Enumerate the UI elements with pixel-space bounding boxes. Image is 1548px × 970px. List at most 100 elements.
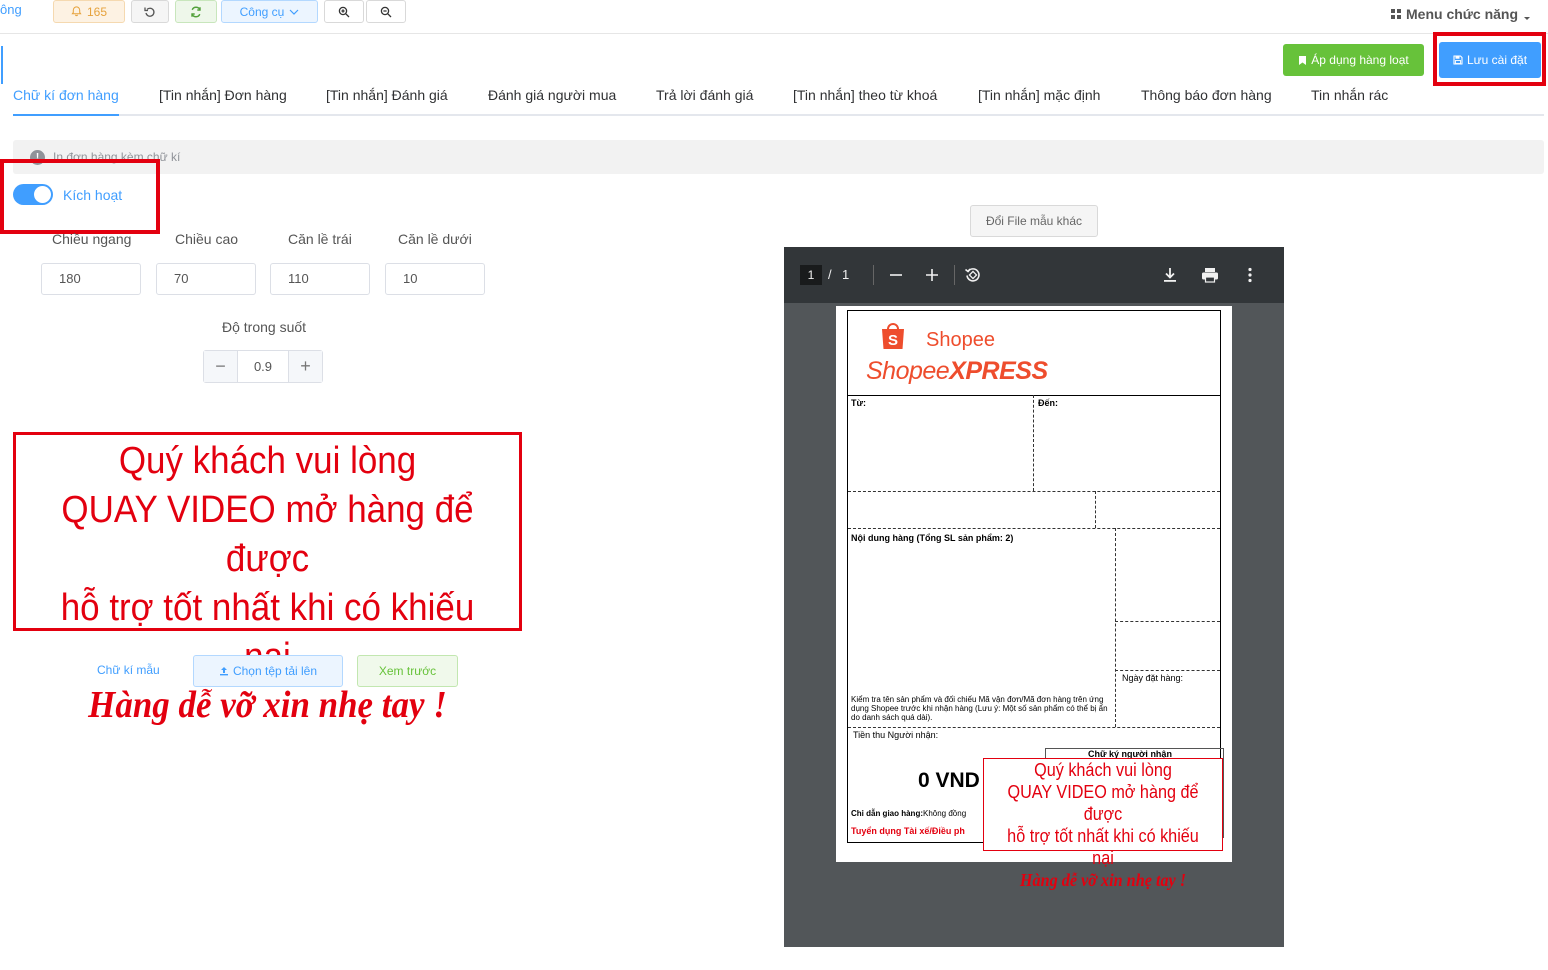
to-label: Đến: (1038, 398, 1058, 408)
sample-signature-link[interactable]: Chữ kí mẫu (97, 663, 160, 677)
toolbar-divider (873, 265, 874, 285)
zoom-in-button[interactable] (324, 0, 364, 23)
preview-button[interactable]: Xem trước (357, 655, 458, 687)
delivery-note: Chỉ dẫn giao hàng:Không đồng (851, 809, 966, 818)
print-button[interactable] (1198, 263, 1222, 287)
overlay-line-4: Hàng dễ vỡ xin nhẹ tay ! (1019, 870, 1187, 890)
separator (1115, 528, 1116, 727)
bottom-margin-input[interactable]: 10 (385, 263, 485, 295)
zoom-out-pdf-button[interactable] (884, 263, 908, 287)
more-vertical-icon (1248, 267, 1252, 283)
zoom-out-icon (380, 6, 392, 17)
recruit-text: Tuyển dụng Tài xế/Điều ph (851, 826, 965, 836)
refresh-icon (191, 6, 201, 17)
undo-icon (144, 7, 155, 17)
signature-line-4: Hàng dễ vỡ xin nhẹ tay ! (88, 684, 447, 726)
notification-button[interactable]: 165 (53, 0, 125, 23)
page-total: 1 (842, 267, 850, 282)
separator (848, 491, 1220, 492)
refresh-button[interactable] (175, 0, 217, 23)
cod-label: Tiền thu Người nhận: (853, 730, 939, 740)
overlay-line-2: QUAY VIDEO mở hàng để được (1007, 782, 1199, 824)
function-menu-label: Menu chức năng (1406, 6, 1519, 22)
tools-dropdown[interactable]: Công cụ (221, 0, 318, 23)
left-margin-input[interactable]: 110 (270, 263, 370, 295)
rotate-button[interactable] (961, 263, 985, 287)
separator (1095, 491, 1096, 528)
tab-reply-review[interactable]: Trả lời đánh giá (656, 87, 753, 103)
save-settings-label: Lưu cài đặt (1466, 53, 1528, 67)
zoom-in-icon (338, 6, 350, 17)
pdf-toolbar: 1 / 1 (784, 247, 1284, 303)
info-text: In đơn hàng kèm chữ kí (53, 150, 181, 164)
zoom-out-button[interactable] (366, 0, 406, 23)
pdf-viewer: 1 / 1 S Shopee ShopeeXPRESS Từ: Đến: Nội… (784, 247, 1284, 947)
decrease-button[interactable]: − (204, 351, 237, 382)
active-tab-indicator (13, 114, 119, 116)
opacity-stepper: − 0.9 + (203, 350, 323, 383)
signature-line-2: QUAY VIDEO mở hàng để được (61, 489, 474, 580)
express-logo-part-1: Shopee (866, 357, 950, 385)
cod-value: 0 VND (918, 769, 980, 792)
activate-toggle[interactable] (13, 184, 53, 205)
tab-message-default[interactable]: [Tin nhắn] mặc định (978, 87, 1100, 103)
signature-line-1: Quý khách vui lòng (118, 440, 417, 482)
separator (1115, 621, 1220, 622)
from-label: Từ: (851, 398, 867, 408)
chevron-down-icon (289, 9, 299, 15)
floppy-disk-icon (1453, 55, 1463, 65)
left-margin-label: Căn lề trái (288, 231, 352, 247)
left-accent-line (1, 46, 3, 84)
overlay-line-1: Quý khách vui lòng (1034, 760, 1172, 780)
tab-order-notification[interactable]: Thông báo đơn hàng (1141, 87, 1272, 103)
info-icon: ! (30, 150, 45, 165)
delivery-note-value: Không đồng (923, 809, 967, 818)
minus-icon (890, 274, 902, 276)
width-input[interactable]: 180 (41, 263, 141, 295)
toolbar-divider (954, 265, 955, 285)
undo-button[interactable] (131, 0, 169, 23)
page-number-input[interactable]: 1 (800, 265, 822, 285)
order-date-label: Ngày đặt hàng: (1122, 673, 1184, 683)
check-note: Kiểm tra tên sản phẩm và đối chiếu Mã vậ… (851, 695, 1108, 722)
plus-icon (926, 269, 938, 281)
upload-file-button[interactable]: Chọn tệp tải lên (193, 655, 343, 687)
truncated-nav-text[interactable]: ông (0, 2, 22, 17)
more-options-button[interactable] (1238, 263, 1262, 287)
save-settings-button[interactable]: Lưu cài đặt (1439, 42, 1541, 78)
tab-spam-message[interactable]: Tin nhắn rác (1311, 87, 1388, 103)
tab-order-signature[interactable]: Chữ kí đơn hàng (13, 87, 119, 103)
grid-icon (1391, 9, 1401, 19)
opacity-label: Độ trong suốt (222, 319, 307, 335)
tab-message-keyword[interactable]: [Tin nhắn] theo từ khoá (793, 87, 937, 103)
content-label: Nội dung hàng (Tổng SL sản phẩm: 2) (851, 533, 1014, 543)
zoom-in-pdf-button[interactable] (920, 263, 944, 287)
tools-label: Công cụ (239, 4, 285, 19)
apply-all-button[interactable]: Áp dụng hàng loạt (1283, 44, 1424, 76)
change-template-button[interactable]: Đổi File mẫu khác (970, 205, 1098, 237)
separator (848, 395, 1220, 396)
separator (848, 528, 1220, 529)
increase-button[interactable]: + (289, 351, 322, 382)
print-icon (1202, 268, 1218, 283)
width-label: Chiều ngang (52, 231, 132, 247)
height-label: Chiều cao (175, 231, 239, 247)
download-button[interactable] (1158, 263, 1182, 287)
height-input[interactable]: 70 (156, 263, 256, 295)
shopee-logo-text: Shopee (926, 329, 995, 351)
separator (1115, 670, 1220, 671)
toggle-knob (34, 186, 51, 203)
express-logo-part-2: XPRESS (949, 357, 1048, 385)
shopee-express-logo: ShopeeXPRESS (866, 357, 1048, 386)
tab-buyer-review[interactable]: Đánh giá người mua (488, 87, 616, 103)
signature-image: Quý khách vui lòng QUAY VIDEO mở hàng để… (13, 432, 522, 726)
opacity-value[interactable]: 0.9 (237, 351, 289, 382)
activate-toggle-label: Kích hoạt (63, 187, 123, 203)
bottom-margin-label: Căn lề dưới (398, 231, 472, 247)
tab-message-review[interactable]: [Tin nhắn] Đánh giá (326, 87, 448, 103)
upload-file-label: Chọn tệp tải lên (232, 664, 318, 678)
function-menu[interactable]: Menu chức năng (1390, 6, 1532, 22)
upload-icon (219, 667, 228, 676)
tab-message-order[interactable]: [Tin nhắn] Đơn hàng (159, 87, 287, 103)
bell-icon (71, 6, 82, 17)
